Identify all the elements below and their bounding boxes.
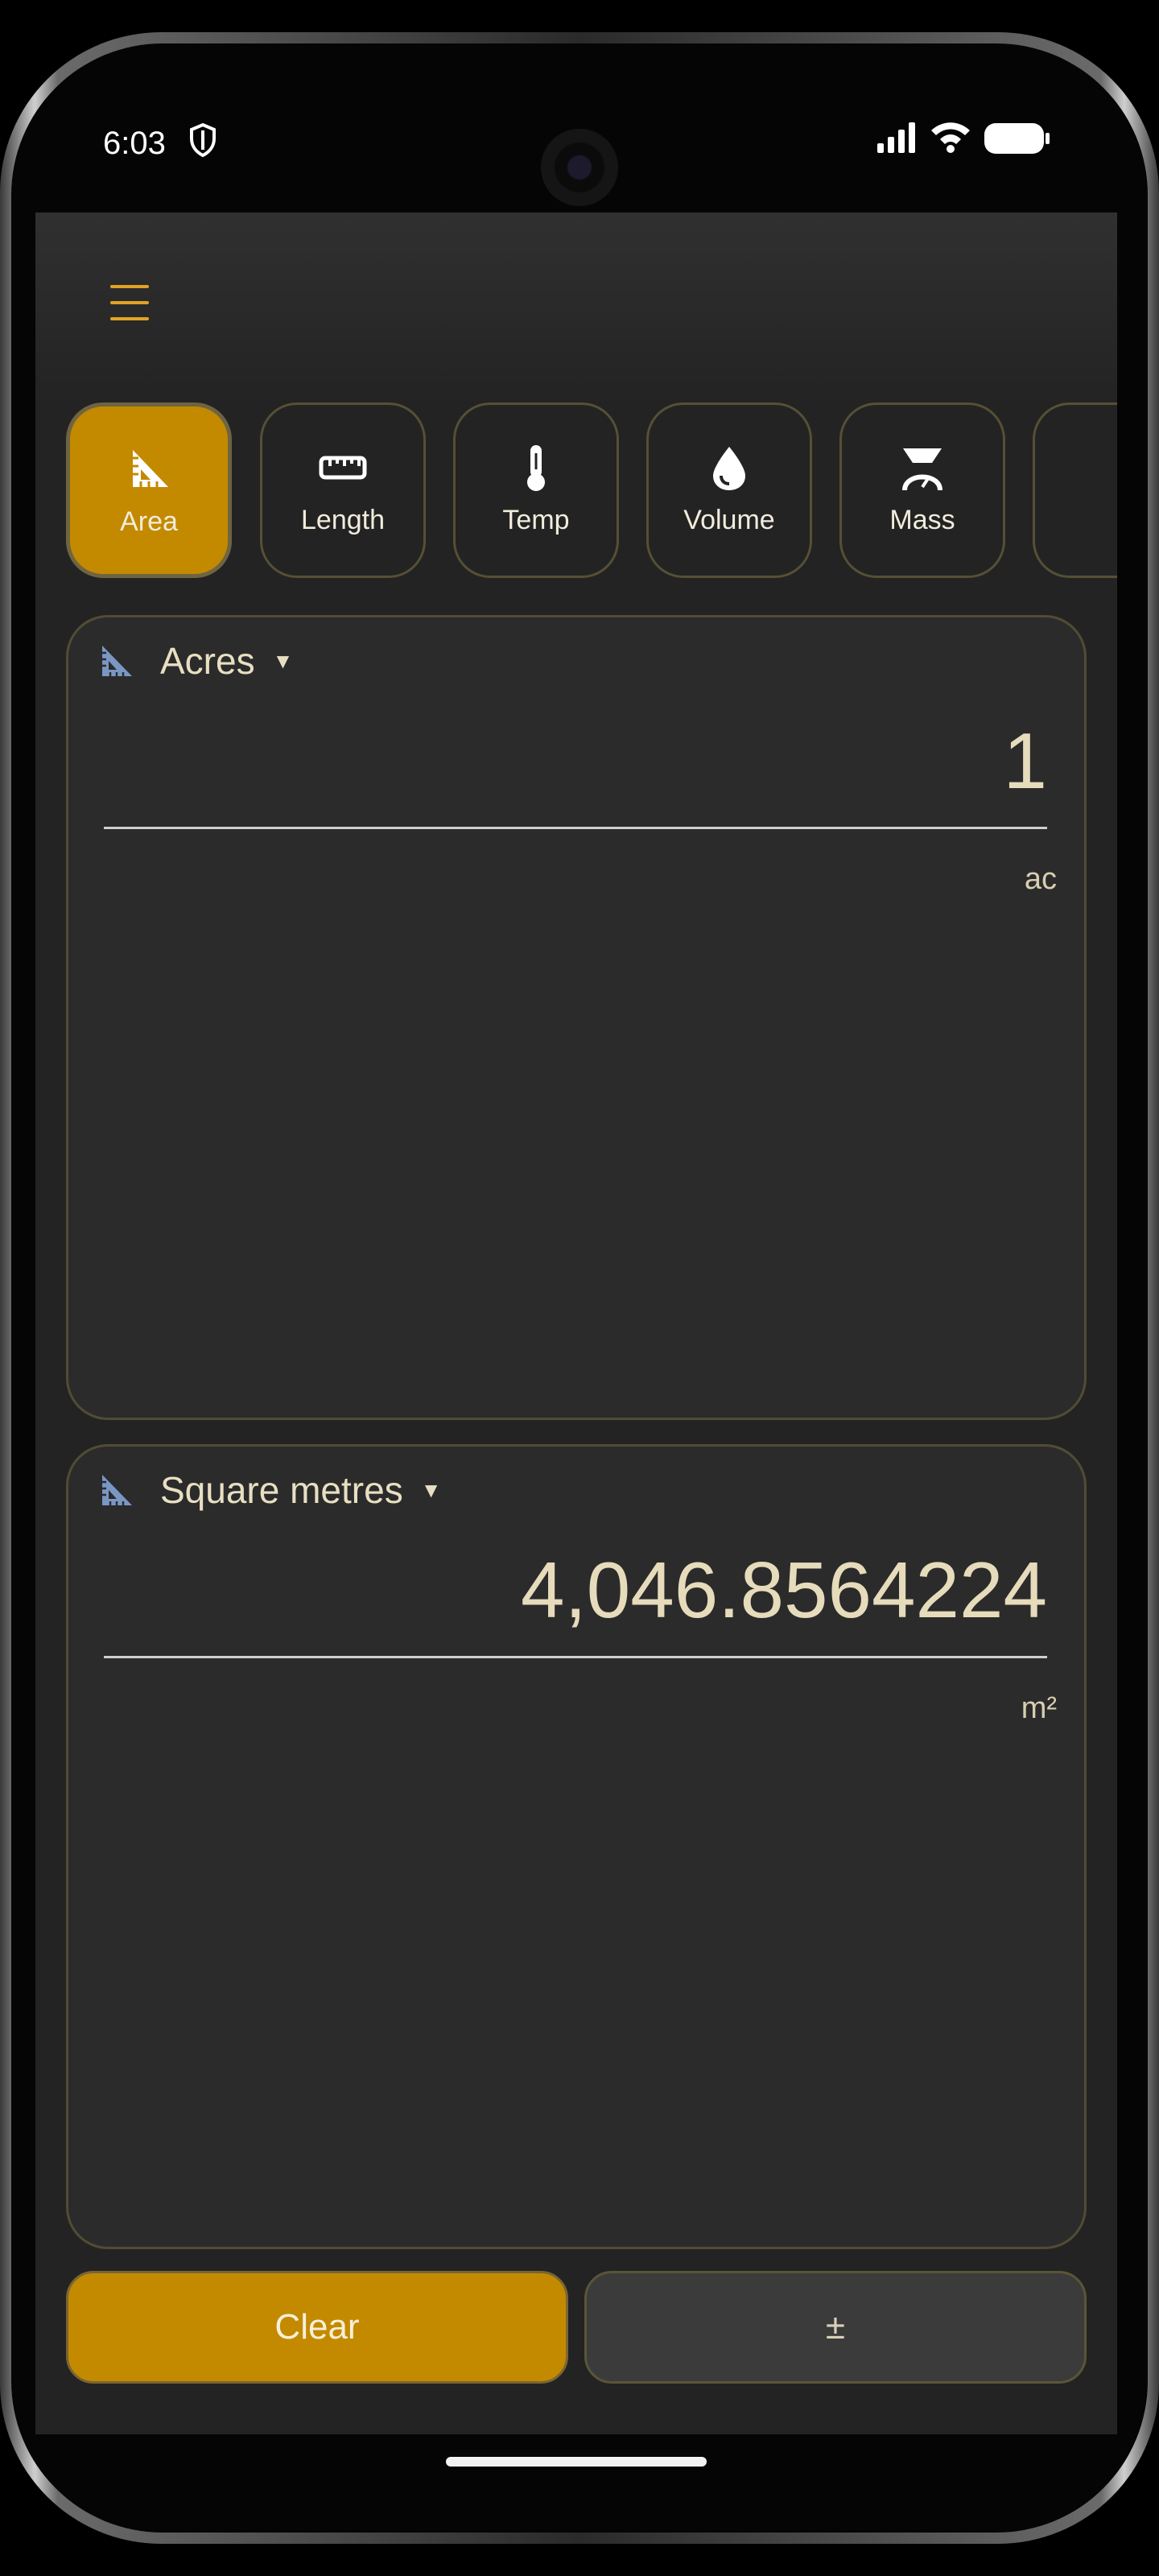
wifi-icon: [931, 122, 970, 153]
chevron-down-icon: ▼: [420, 1477, 442, 1502]
from-value-input[interactable]: 1: [1003, 716, 1047, 807]
tab-mass[interactable]: Mass: [839, 402, 1005, 578]
tab-area-label: Area: [120, 506, 178, 537]
to-unit-abbreviation: m²: [1021, 1691, 1057, 1725]
battery-icon: [984, 123, 1050, 154]
app-screen: Area Length Temp Volume Mass Acres ▼ 1 a…: [35, 213, 1117, 2434]
from-unit-card: Acres ▼ 1 ac: [66, 615, 1087, 1420]
from-unit-dropdown[interactable]: Acres ▼: [99, 637, 293, 685]
plus-minus-button[interactable]: ±: [584, 2271, 1087, 2384]
category-tabs: Area Length Temp Volume Mass: [66, 402, 1117, 584]
tab-more[interactable]: [1033, 402, 1117, 578]
to-unit-dropdown[interactable]: Square metres ▼: [99, 1466, 441, 1514]
chevron-down-icon: ▼: [272, 648, 294, 673]
status-time: 6:03: [103, 126, 166, 161]
tab-length-label: Length: [301, 505, 385, 535]
set-square-icon: [102, 1475, 132, 1505]
from-input-underline: [104, 827, 1047, 829]
to-unit-card: Square metres ▼ 4,046.8564224 m²: [66, 1444, 1087, 2249]
to-input-underline: [104, 1656, 1047, 1658]
tab-length[interactable]: Length: [260, 402, 426, 578]
tab-mass-label: Mass: [889, 505, 955, 535]
from-unit-name: Acres: [160, 640, 255, 682]
to-value-input[interactable]: 4,046.8564224: [521, 1545, 1047, 1636]
tab-volume[interactable]: Volume: [646, 402, 812, 578]
tab-volume-label: Volume: [683, 505, 775, 535]
droplet-icon: [713, 447, 745, 490]
home-indicator[interactable]: [446, 2457, 707, 2467]
set-square-icon: [102, 646, 132, 676]
hamburger-menu-icon[interactable]: [93, 262, 174, 343]
tab-area[interactable]: Area: [66, 402, 232, 578]
shield-icon: [190, 122, 216, 158]
scale-icon: [902, 448, 942, 491]
thermometer-icon: [527, 445, 545, 491]
tab-temp-label: Temp: [502, 505, 570, 535]
front-camera: [541, 129, 618, 206]
from-unit-abbreviation: ac: [1024, 862, 1057, 896]
signal-icon: [877, 122, 915, 153]
clear-button[interactable]: Clear: [66, 2271, 568, 2384]
tab-temp[interactable]: Temp: [453, 402, 619, 578]
to-unit-name: Square metres: [160, 1469, 403, 1511]
set-square-icon: [133, 450, 168, 487]
ruler-icon: [319, 456, 367, 480]
